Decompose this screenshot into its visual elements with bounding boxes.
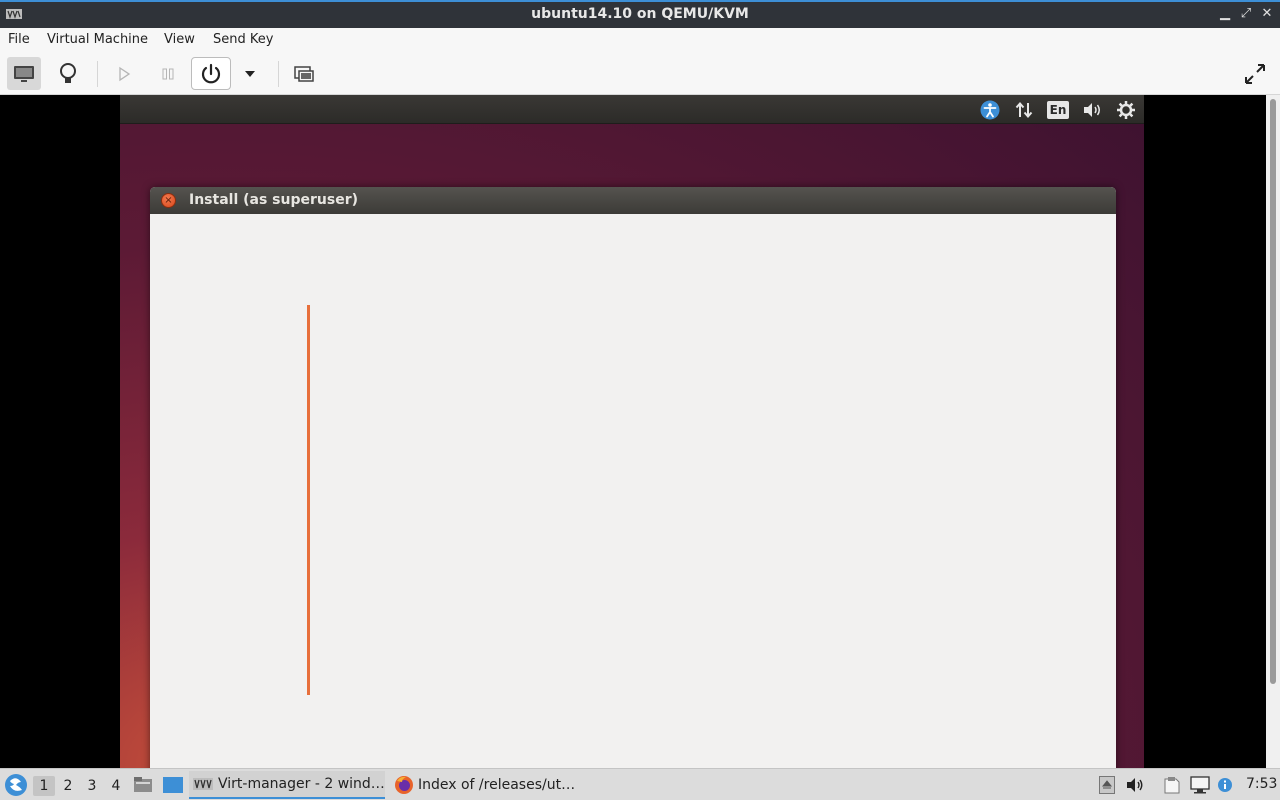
task-firefox[interactable]: Index of /releases/ut… [392, 771, 588, 799]
guest-screen[interactable]: En × Install (as superuser) [120, 95, 1144, 768]
console-view-button[interactable] [7, 57, 41, 90]
tray-updates[interactable] [1097, 775, 1117, 795]
fullscreen-button[interactable] [1238, 57, 1272, 90]
tray-network[interactable] [1190, 775, 1210, 795]
window-titlebar: ubuntu14.10 on QEMU/KVM ▁ ⤢ ✕ [0, 0, 1280, 28]
speaker-icon [1127, 778, 1143, 792]
lightbulb-icon [60, 62, 76, 83]
keyboard-language-label: En [1047, 101, 1069, 119]
menu-send-key[interactable]: Send Key [213, 32, 273, 47]
guest-accessibility-indicator[interactable] [979, 99, 1001, 121]
eject-icon [1099, 776, 1115, 794]
toolbar [0, 53, 1280, 95]
power-icon [201, 63, 221, 83]
network-icon [1190, 776, 1210, 794]
snapshot-icon [294, 65, 314, 82]
console-scrollbar[interactable] [1266, 95, 1280, 768]
guest-keyboard-indicator[interactable]: En [1047, 99, 1069, 121]
pause-button[interactable] [151, 57, 185, 90]
pause-icon [162, 68, 174, 79]
menu-bar: File Virtual Machine View Send Key [0, 28, 1280, 53]
volume-icon [1084, 103, 1100, 117]
workspace-2[interactable]: 2 [57, 776, 79, 796]
fullscreen-icon [1245, 63, 1265, 84]
clipboard-icon [1164, 777, 1180, 794]
desktop-icon [163, 777, 183, 793]
firefox-icon [395, 776, 413, 794]
task-firefox-label: Index of /releases/ut… [418, 777, 576, 793]
task-virt-manager-label: Virt-manager - 2 wind… [218, 776, 385, 792]
toolbar-separator [97, 61, 98, 87]
shutdown-button[interactable] [191, 57, 231, 90]
installer-loading-bar [307, 305, 310, 695]
accessibility-icon [980, 100, 1000, 120]
monitor-icon [14, 65, 34, 82]
info-icon [1218, 778, 1232, 792]
gear-icon [1117, 101, 1135, 119]
virt-manager-icon [193, 778, 213, 790]
menu-file[interactable]: File [8, 32, 30, 47]
network-arrows-icon [1015, 101, 1033, 119]
maximize-button[interactable]: ⤢ [1237, 5, 1255, 23]
minimize-button[interactable]: ▁ [1216, 5, 1234, 23]
tray-notification[interactable] [1215, 775, 1235, 795]
shutdown-menu-button[interactable] [233, 57, 267, 90]
guest-network-indicator[interactable] [1013, 99, 1035, 121]
tray-clipboard[interactable] [1162, 775, 1182, 795]
workspace-4[interactable]: 4 [105, 776, 127, 796]
guest-sound-indicator[interactable] [1081, 99, 1103, 121]
folder-icon [134, 777, 152, 792]
start-menu-button[interactable] [4, 769, 28, 800]
toolbar-separator [278, 61, 279, 87]
workspace-3[interactable]: 3 [81, 776, 103, 796]
taskbar-clock[interactable]: 7:53 [1246, 776, 1277, 792]
window-title: ubuntu14.10 on QEMU/KVM [531, 6, 749, 22]
installer-dialog-titlebar: × Install (as superuser) [150, 187, 1116, 214]
details-view-button[interactable] [51, 57, 85, 90]
installer-dialog-title: Install (as superuser) [189, 192, 358, 208]
console-scrollbar-thumb[interactable] [1270, 99, 1276, 684]
tray-volume[interactable] [1125, 775, 1145, 795]
distro-logo-icon [5, 774, 27, 796]
chevron-down-icon [245, 70, 255, 77]
file-manager-launcher[interactable] [133, 769, 153, 800]
installer-dialog: × Install (as superuser) [150, 187, 1116, 768]
task-virt-manager[interactable]: Virt-manager - 2 wind… [189, 771, 385, 799]
play-icon [119, 66, 131, 81]
menu-virtual-machine[interactable]: Virtual Machine [47, 32, 148, 47]
close-button[interactable]: ✕ [1258, 5, 1276, 23]
menu-view[interactable]: View [164, 32, 195, 47]
run-button[interactable] [107, 57, 141, 90]
guest-top-panel: En [120, 95, 1144, 124]
snapshots-button[interactable] [287, 57, 321, 90]
guest-session-indicator[interactable] [1115, 99, 1137, 121]
installer-close-button[interactable]: × [161, 193, 176, 208]
taskbar: 1 2 3 4 Virt-manager - 2 wind… Index of … [0, 768, 1280, 800]
desktop-launcher[interactable] [162, 769, 184, 800]
workspace-1[interactable]: 1 [33, 776, 55, 796]
